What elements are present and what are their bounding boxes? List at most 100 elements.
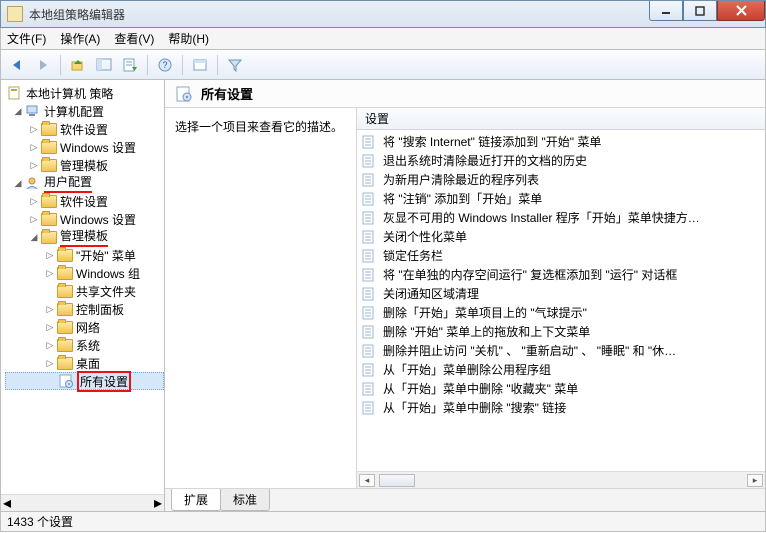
forward-button[interactable] bbox=[31, 53, 55, 77]
folder-icon bbox=[57, 321, 73, 334]
tree-label: 管理模板 bbox=[60, 157, 108, 174]
expand-icon[interactable]: ▷ bbox=[45, 358, 55, 369]
expand-icon[interactable]: ▷ bbox=[45, 268, 55, 279]
collapse-icon[interactable]: ◢ bbox=[13, 178, 23, 189]
expand-icon[interactable]: ▷ bbox=[29, 196, 39, 207]
expand-icon[interactable]: ▷ bbox=[45, 322, 55, 333]
list-item[interactable]: 将 "在单独的内存空间运行" 复选框添加到 "运行" 对话框 bbox=[357, 265, 765, 284]
tree-item[interactable]: ▷Windows 组 bbox=[5, 264, 164, 282]
list-item-label: 锁定任务栏 bbox=[383, 247, 443, 264]
tree-root[interactable]: 本地计算机 策略 bbox=[5, 84, 164, 102]
toolbar-separator bbox=[217, 55, 218, 75]
list-horizontal-scrollbar[interactable]: ◂ ▸ bbox=[357, 471, 765, 488]
up-button[interactable] bbox=[66, 53, 90, 77]
list-item[interactable]: 退出系统时清除最近打开的文档的历史 bbox=[357, 151, 765, 170]
tree-label: 软件设置 bbox=[60, 193, 108, 210]
scroll-right-icon[interactable]: ▸ bbox=[154, 493, 162, 511]
expand-icon[interactable]: ▷ bbox=[45, 340, 55, 351]
tree-item[interactable]: ▷Windows 设置 bbox=[5, 210, 164, 228]
help-button[interactable]: ? bbox=[153, 53, 177, 77]
tree-item[interactable]: ▷ 控制面板 bbox=[5, 300, 164, 318]
list-item[interactable]: 删除「开始」菜单项目上的 "气球提示" bbox=[357, 303, 765, 322]
properties-button[interactable] bbox=[188, 53, 212, 77]
tree-item[interactable]: ▷ "开始" 菜单 bbox=[5, 246, 164, 264]
list-item[interactable]: 锁定任务栏 bbox=[357, 246, 765, 265]
list-item[interactable]: 关闭个性化菜单 bbox=[357, 227, 765, 246]
scroll-right-icon[interactable]: ▸ bbox=[747, 474, 763, 487]
list-item-label: 关闭通知区域清理 bbox=[383, 285, 479, 302]
list-item[interactable]: 关闭通知区域清理 bbox=[357, 284, 765, 303]
folder-icon bbox=[41, 231, 57, 244]
tree-pane[interactable]: 本地计算机 策略 ◢ 计算机配置 ▷ 软件设置 ▷Windows 设置 ▷ 管理模板… bbox=[1, 80, 165, 511]
policy-root-icon bbox=[7, 85, 23, 101]
list-item[interactable]: 将 "搜索 Internet" 链接添加到 "开始" 菜单 bbox=[357, 132, 765, 151]
tree-item[interactable]: ▷ 管理模板 bbox=[5, 156, 164, 174]
list-item[interactable]: 为新用户清除最近的程序列表 bbox=[357, 170, 765, 189]
export-list-button[interactable] bbox=[118, 53, 142, 77]
list-item[interactable]: 从「开始」菜单中删除 "收藏夹" 菜单 bbox=[357, 379, 765, 398]
list-item-label: 删除「开始」菜单项目上的 "气球提示" bbox=[383, 304, 587, 321]
tab-standard[interactable]: 标准 bbox=[220, 489, 270, 511]
policy-item-icon bbox=[361, 324, 377, 340]
maximize-button[interactable] bbox=[683, 1, 717, 21]
list-item[interactable]: 灰显不可用的 Windows Installer 程序「开始」菜单快捷方… bbox=[357, 208, 765, 227]
tree-item[interactable]: 共享文件夹 bbox=[5, 282, 164, 300]
scroll-left-icon[interactable]: ◂ bbox=[3, 493, 11, 511]
tree-item[interactable]: ▷网络 bbox=[5, 318, 164, 336]
list-item-label: 删除并阻止访问 "关机" 、 "重新启动" 、 "睡眠" 和 "休… bbox=[383, 342, 676, 359]
list-item[interactable]: 将 "注销" 添加到「开始」菜单 bbox=[357, 189, 765, 208]
scroll-left-icon[interactable]: ◂ bbox=[359, 474, 375, 487]
expand-icon[interactable]: ▷ bbox=[29, 124, 39, 135]
scroll-thumb[interactable] bbox=[379, 474, 415, 487]
column-header-setting[interactable]: 设置 bbox=[357, 108, 765, 130]
show-hide-tree-button[interactable] bbox=[92, 53, 116, 77]
folder-icon bbox=[57, 357, 73, 370]
menu-help[interactable]: 帮助(H) bbox=[168, 30, 209, 47]
list-item[interactable]: 从「开始」菜单中删除 "搜索" 链接 bbox=[357, 398, 765, 417]
tree-all-settings[interactable]: 所有设置 bbox=[5, 372, 164, 390]
tree-item[interactable]: ▷Windows 设置 bbox=[5, 138, 164, 156]
list-item[interactable]: 删除并阻止访问 "关机" 、 "重新启动" 、 "睡眠" 和 "休… bbox=[357, 341, 765, 360]
close-button[interactable] bbox=[717, 1, 765, 21]
collapse-icon[interactable]: ◢ bbox=[13, 106, 23, 117]
tree-computer-config[interactable]: ◢ 计算机配置 bbox=[5, 102, 164, 120]
filter-button[interactable] bbox=[223, 53, 247, 77]
expand-icon[interactable]: ▷ bbox=[45, 250, 55, 261]
policy-item-icon bbox=[361, 134, 377, 150]
menu-bar: 文件(F) 操作(A) 查看(V) 帮助(H) bbox=[0, 28, 766, 50]
title-bar: 本地组策略编辑器 bbox=[0, 0, 766, 28]
tree-label: "开始" 菜单 bbox=[76, 247, 136, 264]
tree-item[interactable]: ▷ 软件设置 bbox=[5, 192, 164, 210]
list-item-label: 从「开始」菜单中删除 "搜索" 链接 bbox=[383, 399, 566, 416]
menu-file[interactable]: 文件(F) bbox=[7, 30, 46, 47]
minimize-button[interactable] bbox=[649, 1, 683, 21]
menu-view[interactable]: 查看(V) bbox=[114, 30, 154, 47]
user-icon bbox=[25, 175, 41, 191]
computer-icon bbox=[25, 103, 41, 119]
menu-action[interactable]: 操作(A) bbox=[60, 30, 100, 47]
expand-icon[interactable]: ▷ bbox=[29, 142, 39, 153]
tree-item[interactable]: ▷系统 bbox=[5, 336, 164, 354]
tree-item[interactable]: ▷桌面 bbox=[5, 354, 164, 372]
expand-icon[interactable]: ▷ bbox=[45, 304, 55, 315]
policy-item-icon bbox=[361, 229, 377, 245]
tree-label: 控制面板 bbox=[76, 301, 124, 318]
expand-icon[interactable]: ▷ bbox=[29, 160, 39, 171]
tree-horizontal-scrollbar[interactable]: ◂ ▸ bbox=[1, 494, 164, 511]
tree-user-config[interactable]: ◢ 用户配置 bbox=[5, 174, 164, 192]
list-item-label: 为新用户清除最近的程序列表 bbox=[383, 171, 539, 188]
list-item[interactable]: 从「开始」菜单删除公用程序组 bbox=[357, 360, 765, 379]
tree-label: 计算机配置 bbox=[44, 103, 104, 120]
tab-extended[interactable]: 扩展 bbox=[171, 489, 221, 511]
tree-item[interactable]: ▷软件设置 bbox=[5, 120, 164, 138]
back-button[interactable] bbox=[5, 53, 29, 77]
collapse-icon[interactable]: ◢ bbox=[29, 232, 39, 243]
policy-item-icon bbox=[361, 400, 377, 416]
list-item[interactable]: 删除 "开始" 菜单上的拖放和上下文菜单 bbox=[357, 322, 765, 341]
view-tabs: 扩展 标准 bbox=[165, 489, 765, 511]
settings-list[interactable]: 将 "搜索 Internet" 链接添加到 "开始" 菜单退出系统时清除最近打开… bbox=[357, 130, 765, 471]
app-icon bbox=[7, 6, 23, 22]
expand-icon[interactable]: ▷ bbox=[29, 214, 39, 225]
tree-admin-templates[interactable]: ◢管理模板 bbox=[5, 228, 164, 246]
status-text: 1433 个设置 bbox=[7, 513, 73, 530]
